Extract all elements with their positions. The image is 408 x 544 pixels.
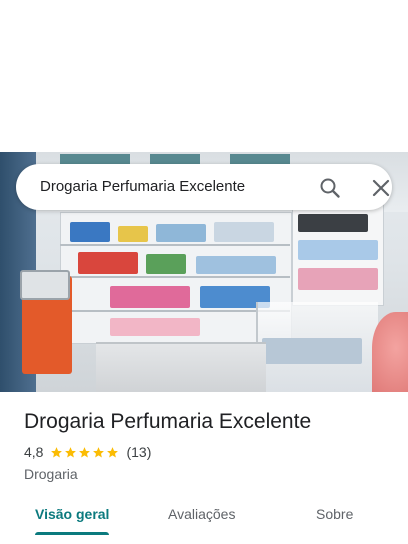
photo-sign [230, 154, 290, 164]
photo-shelf-line [60, 244, 290, 246]
star-icon [93, 446, 105, 457]
star-icon [107, 446, 119, 457]
search-icon[interactable] [318, 176, 342, 200]
rating-row[interactable]: 4,8 (13) [24, 444, 151, 460]
photo-sign [60, 154, 130, 164]
tab-about[interactable]: Sobre [316, 506, 353, 522]
photo-person [372, 312, 408, 392]
photo-sign [150, 154, 200, 164]
map-area [0, 0, 408, 152]
photo-product [78, 252, 138, 274]
star-icon [51, 446, 63, 457]
place-category: Drogaria [24, 466, 78, 482]
photo-product [262, 338, 362, 364]
star-icon [65, 446, 77, 457]
photo-product [70, 222, 110, 242]
active-tab-indicator [35, 532, 109, 535]
photo-shelf-line [60, 276, 290, 278]
photo-product [146, 254, 186, 274]
photo-product [298, 268, 378, 290]
star-rating [50, 446, 120, 459]
tab-bar: Visão geral Avaliações Sobre [0, 494, 408, 544]
photo-product [118, 226, 148, 242]
photo-scale-top [20, 270, 70, 300]
photo-product [298, 214, 368, 232]
tab-overview[interactable]: Visão geral [35, 506, 109, 522]
photo-product [214, 222, 274, 242]
photo-product [196, 256, 276, 274]
rating-value: 4,8 [24, 444, 44, 460]
photo-counter [96, 342, 266, 392]
photo-product [298, 240, 378, 260]
search-bar[interactable]: Drogaria Perfumaria Excelente [16, 164, 392, 210]
place-details-page: Drogaria Perfumaria Excelente Drogaria P… [0, 0, 408, 544]
star-icon [79, 446, 91, 457]
place-title: Drogaria Perfumaria Excelente [24, 410, 312, 433]
close-icon[interactable] [370, 177, 392, 199]
photo-product [156, 224, 206, 242]
photo-product [110, 318, 200, 336]
search-input[interactable]: Drogaria Perfumaria Excelente [40, 178, 245, 195]
photo-product [110, 286, 190, 308]
review-count[interactable]: (13) [126, 444, 151, 460]
tab-reviews[interactable]: Avaliações [168, 506, 235, 522]
